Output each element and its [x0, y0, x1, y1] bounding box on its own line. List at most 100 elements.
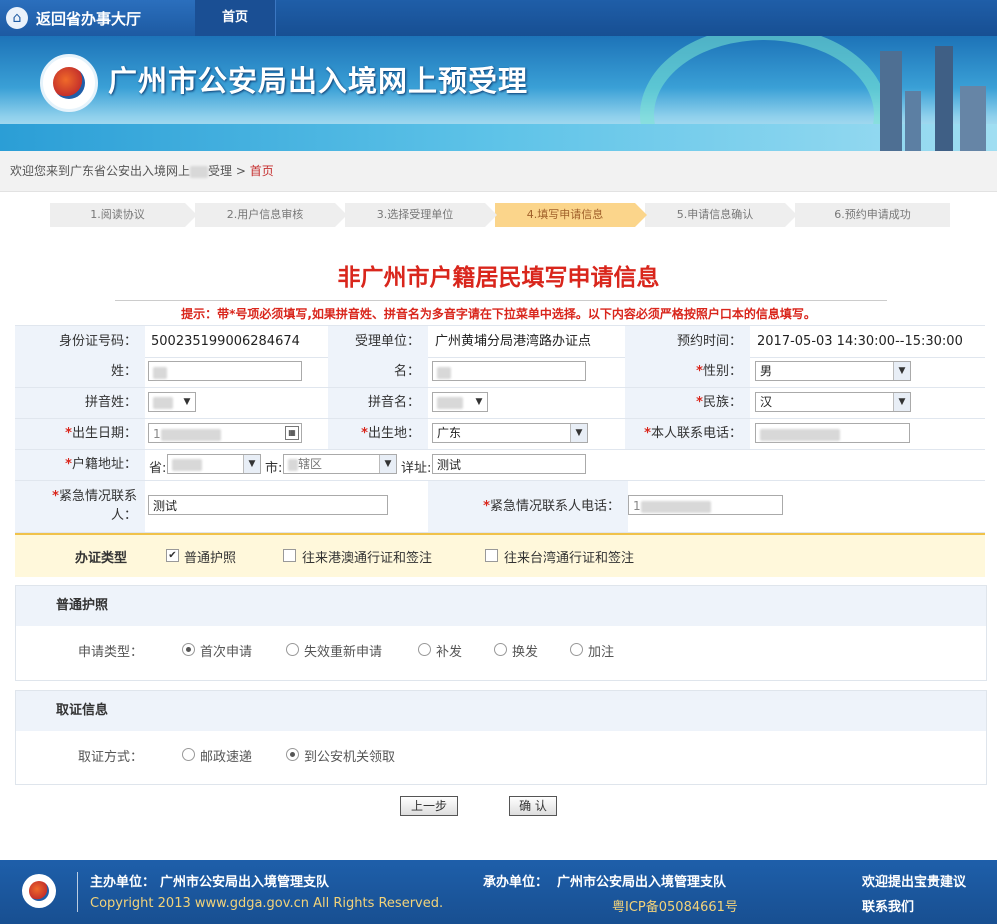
step-arrow-icon — [335, 203, 347, 227]
breadcrumb-suffix: 受理 — [208, 164, 233, 178]
pinyin-surname-select[interactable]: ▼ — [148, 392, 196, 412]
step-2: 2.用户信息审核 — [195, 203, 347, 227]
document-type-panel: 办证类型 ✔ 普通护照 往来港澳通行证和签注 往来台湾通行证和签注 — [15, 533, 985, 577]
title-divider — [115, 300, 887, 301]
gender-select[interactable]: 男 ▼ — [755, 361, 911, 381]
apply-first-label[interactable]: 首次申请 — [200, 641, 252, 660]
apply-reapply-radio[interactable] — [286, 643, 299, 656]
appointment-time-value: 2017-05-03 14:30:00--15:30:00 — [757, 334, 963, 349]
hk-macau-option-label[interactable]: 往来港澳通行证和签注 — [302, 547, 432, 566]
form-title: 非广州市户籍居民填写申请信息 — [337, 265, 660, 291]
passport-section: 普通护照 申请类型： 首次申请 失效重新申请 补发 换发 加注 — [15, 585, 987, 681]
birth-date-label: *出生日期： — [15, 419, 145, 449]
step-label: 4.填写申请信息 — [526, 208, 604, 221]
chevron-down-icon: ▼ — [243, 455, 260, 473]
apply-endorse-label[interactable]: 加注 — [588, 641, 614, 660]
surname-label: 姓： — [15, 357, 145, 387]
footer — [0, 860, 997, 924]
home-icon[interactable]: ⌂ — [6, 7, 28, 29]
birthplace-select[interactable]: 广东 ▼ — [432, 423, 588, 443]
step-arrow-icon — [635, 203, 647, 227]
icp-link[interactable]: 粤ICP备05084661号 — [612, 896, 738, 915]
hk-macau-checkbox[interactable] — [283, 549, 296, 562]
ethnic-select[interactable]: 汉 ▼ — [755, 392, 911, 412]
pickup-section-header: 取证信息 — [16, 691, 986, 731]
passport-section-header: 普通护照 — [16, 586, 986, 626]
prev-step-button[interactable]: 上一步 — [400, 796, 458, 816]
step-arrow-icon — [185, 203, 197, 227]
site-logo — [40, 54, 98, 112]
emergency-phone-input[interactable]: 1 — [628, 495, 783, 515]
pickup-method-label: 取证方式： — [78, 750, 144, 765]
chevron-down-icon: ▼ — [893, 393, 910, 411]
given-name-input[interactable] — [432, 361, 586, 381]
back-to-hall-link[interactable]: 返回省办事大厅 — [36, 8, 141, 29]
apply-first-radio[interactable] — [182, 643, 195, 656]
emergency-phone-label: *紧急情况联系人电话： — [428, 481, 628, 532]
step-4: 4.填写申请信息 — [495, 203, 647, 227]
apply-renew-label[interactable]: 换发 — [512, 641, 538, 660]
chevron-down-icon: ▼ — [570, 424, 587, 442]
pinyin-name-select[interactable]: ▼ — [432, 392, 488, 412]
breadcrumb-current[interactable]: 首页 — [250, 164, 274, 178]
apply-renew-radio[interactable] — [494, 643, 507, 656]
breadcrumb-separator: > — [235, 164, 246, 178]
breadcrumb-prefix: 欢迎您来到广东省公安出入境网上 — [10, 164, 191, 178]
suggestion-link[interactable]: 欢迎提出宝贵建议 — [862, 871, 966, 890]
step-3: 3.选择受理单位 — [345, 203, 497, 227]
step-label: 6.预约申请成功 — [834, 208, 911, 221]
detail-address-input[interactable]: 测试 — [432, 454, 586, 474]
taiwan-option-label[interactable]: 往来台湾通行证和签注 — [504, 547, 634, 566]
apply-type-label: 申请类型： — [78, 645, 144, 660]
redacted-text — [190, 165, 209, 178]
footer-logo — [22, 874, 56, 908]
pickup-office-radio[interactable] — [286, 748, 299, 761]
pickup-mail-label[interactable]: 邮政速递 — [200, 746, 252, 765]
unit-label: 受理单位： — [328, 326, 428, 357]
unit-value: 广州黄埔分局港湾路办证点 — [435, 334, 592, 349]
chevron-down-icon: ▼ — [471, 393, 487, 411]
passport-checkbox[interactable]: ✔ — [166, 549, 179, 562]
id-number-label: 身份证号码： — [15, 326, 145, 357]
phone-input[interactable] — [755, 423, 910, 443]
city-label: 市: — [265, 461, 283, 476]
appointment-time-label: 预约时间： — [625, 326, 750, 357]
chevron-down-icon: ▼ — [893, 362, 910, 380]
organizer-value: 广州市公安局出入境管理支队 — [557, 875, 727, 890]
pinyin-name-label: 拼音名： — [328, 388, 428, 418]
taiwan-checkbox[interactable] — [485, 549, 498, 562]
step-label: 3.选择受理单位 — [376, 208, 454, 221]
top-bar — [0, 0, 997, 36]
contact-us-link[interactable]: 联系我们 — [862, 896, 914, 915]
nav-tab-home[interactable]: 首页 — [195, 0, 276, 36]
emergency-contact-label: *紧急情况联系人： — [15, 481, 145, 532]
province-label: 省: — [149, 461, 167, 476]
copyright-text: Copyright 2013 www.gdga.gov.cn All Right… — [90, 896, 444, 911]
apply-reissue-radio[interactable] — [418, 643, 431, 656]
passport-option-label[interactable]: 普通护照 — [184, 547, 236, 566]
phone-label: *本人联系电话： — [625, 419, 750, 449]
calendar-icon[interactable]: ▦ — [285, 426, 299, 440]
apply-endorse-radio[interactable] — [570, 643, 583, 656]
step-label: 5.申请信息确认 — [676, 208, 754, 221]
step-label: 2.用户信息审核 — [226, 208, 304, 221]
pickup-office-label[interactable]: 到公安机关领取 — [304, 746, 395, 765]
confirm-button[interactable]: 确 认 — [509, 796, 557, 816]
surname-input[interactable] — [148, 361, 302, 381]
emergency-contact-input[interactable]: 测试 — [148, 495, 388, 515]
province-select[interactable]: ▼ — [167, 454, 261, 474]
step-6: 6.预约申请成功 — [795, 203, 950, 227]
apply-reissue-label[interactable]: 补发 — [436, 641, 462, 660]
pickup-section: 取证信息 取证方式： 邮政速递 到公安机关领取 — [15, 690, 987, 785]
birth-date-input[interactable]: 1 ▦ — [148, 423, 302, 443]
city-select[interactable]: 辖区 ▼ — [283, 454, 397, 474]
host-value: 广州市公安局出入境管理支队 — [160, 875, 330, 890]
document-type-label: 办证类型 — [75, 551, 128, 566]
step-1: 1.阅读协议 — [50, 203, 197, 227]
ethnic-label: *民族： — [625, 388, 750, 418]
form-tip: 提示：带*号项必须填写,如果拼音姓、拼音名为多音字请在下拉菜单中选择。以下内容必… — [181, 307, 816, 321]
pickup-mail-radio[interactable] — [182, 748, 195, 761]
organizer-label: 承办单位： — [483, 875, 549, 890]
apply-reapply-label[interactable]: 失效重新申请 — [304, 641, 382, 660]
footer-divider — [77, 872, 78, 912]
